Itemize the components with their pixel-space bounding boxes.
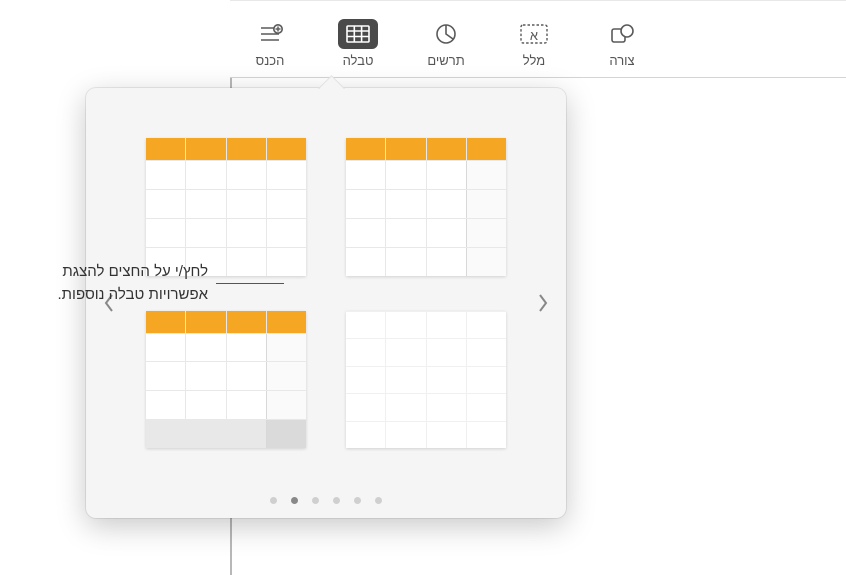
page-dot-3[interactable] [312, 497, 319, 504]
shape-icon [602, 19, 642, 49]
page-dot-2[interactable] [291, 497, 298, 504]
chart-icon [426, 19, 466, 49]
page-dot-5[interactable] [354, 497, 361, 504]
popover-nav-next[interactable] [528, 283, 558, 323]
insert-icon [250, 19, 290, 49]
text-icon: א [514, 19, 554, 49]
toolbar-shape-button[interactable]: צורה [592, 15, 652, 72]
toolbar-table-button[interactable]: טבלה [328, 15, 388, 72]
svg-text:א: א [530, 28, 538, 43]
toolbar-shape-label: צורה [609, 53, 634, 68]
toolbar-insert-button[interactable]: הכנס [240, 15, 300, 72]
toolbar-text-button[interactable]: א מלל [504, 15, 564, 72]
popover-page-dots [86, 497, 566, 504]
toolbar-chart-label: תרשים [427, 53, 464, 68]
table-style-option-3[interactable] [346, 311, 506, 449]
table-style-option-2[interactable] [146, 138, 306, 276]
toolbar-chart-button[interactable]: תרשים [416, 15, 476, 72]
callout-text: לחץ/י על החצים להצגת אפשרויות טבלה נוספו… [4, 260, 208, 307]
callout-leader-line [216, 283, 284, 284]
help-callout: לחץ/י על החצים להצגת אפשרויות טבלה נוספו… [4, 260, 284, 307]
page-dot-1[interactable] [270, 497, 277, 504]
toolbar-insert-label: הכנס [256, 53, 285, 68]
page-dot-4[interactable] [333, 497, 340, 504]
page-dot-6[interactable] [375, 497, 382, 504]
toolbar-table-label: טבלה [343, 53, 374, 68]
table-style-option-1[interactable] [346, 138, 506, 276]
toolbar-text-label: מלל [523, 53, 545, 68]
table-icon [338, 19, 378, 49]
toolbar: הכנס טבלה תרשים א [230, 0, 846, 78]
table-style-option-4[interactable] [146, 311, 306, 449]
chevron-right-icon [536, 292, 550, 314]
